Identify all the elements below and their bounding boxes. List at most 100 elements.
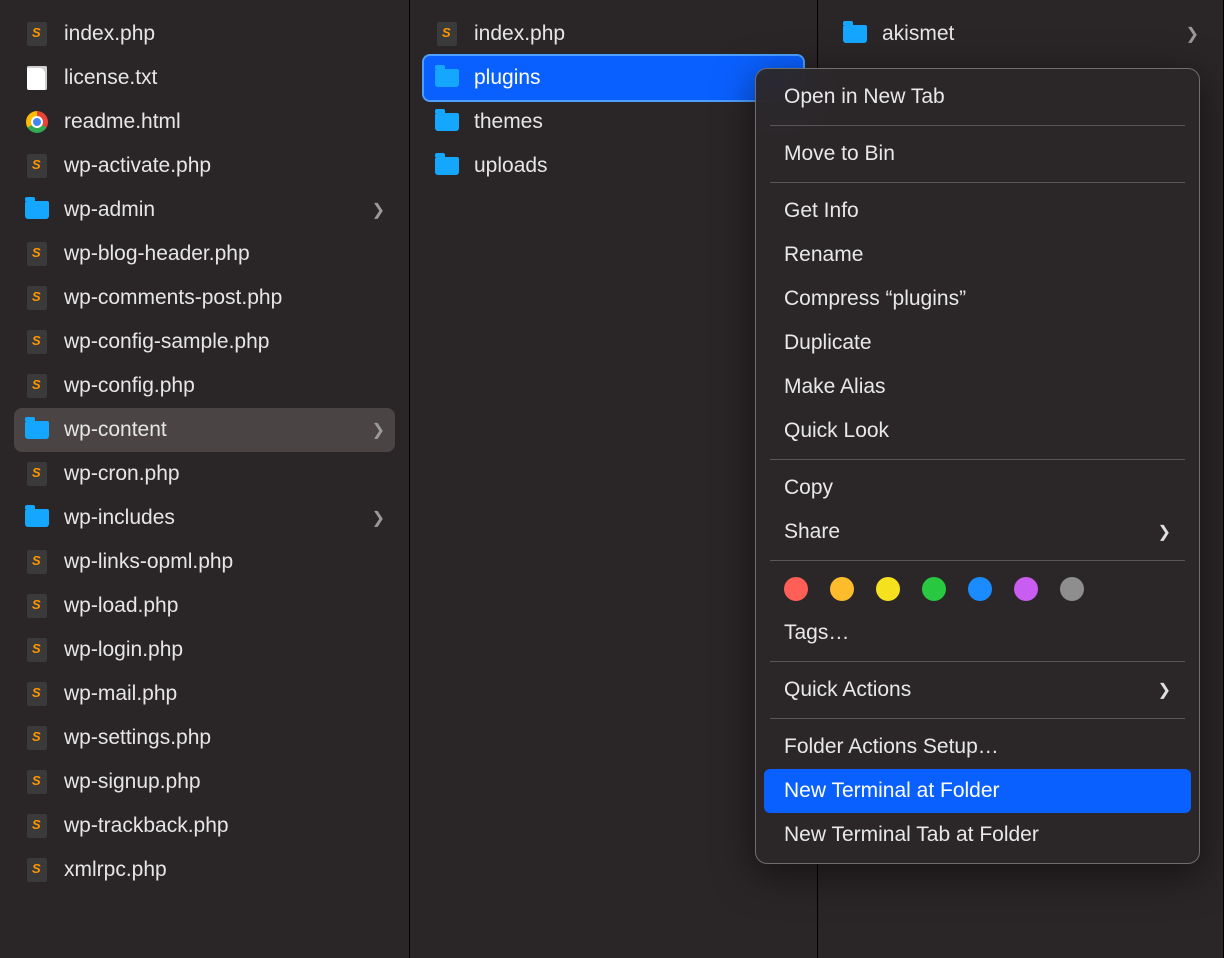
chevron-right-icon: ❯: [372, 420, 385, 440]
finder-item[interactable]: wp-login.php: [14, 628, 395, 672]
finder-item[interactable]: akismet❯: [832, 12, 1209, 56]
context-menu-item-label: Quick Look: [784, 419, 889, 443]
tag-color-dot[interactable]: [830, 577, 854, 601]
context-menu-item-label: New Terminal Tab at Folder: [784, 823, 1039, 847]
finder-item-label: wp-comments-post.php: [64, 286, 385, 310]
sublime-file-icon: [24, 725, 50, 751]
chevron-right-icon: ❯: [372, 200, 385, 220]
context-menu-item[interactable]: Make Alias: [764, 365, 1191, 409]
finder-item-label: plugins: [474, 66, 780, 90]
finder-column-1[interactable]: index.php license.txtreadme.html wp-activa…: [0, 0, 410, 958]
context-menu-item-label: Tags…: [784, 621, 849, 645]
finder-item[interactable]: wp-cron.php: [14, 452, 395, 496]
finder-item-label: wp-signup.php: [64, 770, 385, 794]
finder-item[interactable]: wp-comments-post.php: [14, 276, 395, 320]
context-menu-item[interactable]: Copy: [764, 466, 1191, 510]
sublime-file-icon: [24, 857, 50, 883]
tag-color-dot[interactable]: [968, 577, 992, 601]
finder-item-label: wp-trackback.php: [64, 814, 385, 838]
sublime-file-icon: [434, 21, 460, 47]
context-menu-item[interactable]: Get Info: [764, 189, 1191, 233]
tag-color-dot[interactable]: [922, 577, 946, 601]
context-menu-item[interactable]: Open in New Tab: [764, 75, 1191, 119]
finder-item[interactable]: index.php: [424, 12, 803, 56]
finder-columns-view: index.php license.txtreadme.html wp-activa…: [0, 0, 1224, 958]
finder-item[interactable]: wp-mail.php: [14, 672, 395, 716]
finder-item-label: xmlrpc.php: [64, 858, 385, 882]
finder-item[interactable]: wp-content❯: [14, 408, 395, 452]
tag-color-dot[interactable]: [1060, 577, 1084, 601]
finder-item[interactable]: wp-includes❯: [14, 496, 395, 540]
context-menu-item[interactable]: New Terminal at Folder: [764, 769, 1191, 813]
context-menu-separator: [770, 718, 1185, 719]
sublime-file-icon: [24, 241, 50, 267]
finder-item-label: wp-config.php: [64, 374, 385, 398]
file-icon: [24, 65, 50, 91]
sublime-file-icon: [24, 637, 50, 663]
sublime-file-icon: [24, 373, 50, 399]
finder-item[interactable]: wp-admin❯: [14, 188, 395, 232]
sublime-file-icon: [24, 329, 50, 355]
chrome-html-icon: [24, 109, 50, 135]
finder-item[interactable]: license.txt: [14, 56, 395, 100]
context-menu-separator: [770, 661, 1185, 662]
context-menu-item-label: Duplicate: [784, 331, 872, 355]
finder-item-label: wp-includes: [64, 506, 372, 530]
finder-item-label: themes: [474, 110, 793, 134]
finder-item[interactable]: wp-activate.php: [14, 144, 395, 188]
context-menu: Open in New Tab Move to Bin Get Info Rename…: [755, 68, 1200, 864]
context-menu-item[interactable]: Share❯: [764, 510, 1191, 554]
sublime-file-icon: [24, 769, 50, 795]
finder-item-label: wp-load.php: [64, 594, 385, 618]
chevron-right-icon: ❯: [1158, 680, 1171, 700]
finder-item-label: wp-blog-header.php: [64, 242, 385, 266]
chevron-right-icon: ❯: [1158, 522, 1171, 542]
finder-item-label: wp-activate.php: [64, 154, 385, 178]
finder-item[interactable]: wp-blog-header.php: [14, 232, 395, 276]
finder-item-label: wp-mail.php: [64, 682, 385, 706]
folder-icon: [434, 65, 460, 91]
context-menu-item[interactable]: Duplicate: [764, 321, 1191, 365]
context-menu-separator: [770, 560, 1185, 561]
finder-item[interactable]: wp-trackback.php: [14, 804, 395, 848]
finder-item[interactable]: wp-signup.php: [14, 760, 395, 804]
finder-item-label: wp-admin: [64, 198, 372, 222]
context-menu-item[interactable]: Quick Actions❯: [764, 668, 1191, 712]
finder-item[interactable]: wp-links-opml.php: [14, 540, 395, 584]
context-menu-item-label: Compress “plugins”: [784, 287, 966, 311]
finder-item[interactable]: wp-config-sample.php: [14, 320, 395, 364]
finder-item[interactable]: uploads: [424, 144, 803, 188]
sublime-file-icon: [24, 285, 50, 311]
finder-item[interactable]: xmlrpc.php: [14, 848, 395, 892]
folder-icon: [434, 109, 460, 135]
context-menu-separator: [770, 182, 1185, 183]
context-menu-item[interactable]: Folder Actions Setup…: [764, 725, 1191, 769]
finder-item[interactable]: readme.html: [14, 100, 395, 144]
finder-item[interactable]: wp-load.php: [14, 584, 395, 628]
context-menu-item-label: Get Info: [784, 199, 859, 223]
finder-item-label: index.php: [64, 22, 385, 46]
finder-item-label: wp-config-sample.php: [64, 330, 385, 354]
tag-color-dot[interactable]: [1014, 577, 1038, 601]
sublime-file-icon: [24, 681, 50, 707]
tag-color-dot[interactable]: [876, 577, 900, 601]
context-menu-item[interactable]: Quick Look: [764, 409, 1191, 453]
folder-icon: [434, 153, 460, 179]
finder-item[interactable]: wp-config.php: [14, 364, 395, 408]
context-menu-item[interactable]: Rename: [764, 233, 1191, 277]
context-menu-item-label: Move to Bin: [784, 142, 895, 166]
context-menu-item[interactable]: New Terminal Tab at Folder: [764, 813, 1191, 857]
finder-item[interactable]: plugins❯: [424, 56, 803, 100]
context-menu-item[interactable]: Move to Bin: [764, 132, 1191, 176]
context-menu-item[interactable]: Tags…: [764, 611, 1191, 655]
finder-item[interactable]: themes: [424, 100, 803, 144]
folder-icon: [24, 505, 50, 531]
finder-item-label: akismet: [882, 22, 1186, 46]
finder-item-label: wp-cron.php: [64, 462, 385, 486]
finder-item[interactable]: wp-settings.php: [14, 716, 395, 760]
folder-icon: [842, 21, 868, 47]
context-menu-item-label: Open in New Tab: [784, 85, 945, 109]
finder-item[interactable]: index.php: [14, 12, 395, 56]
tag-color-dot[interactable]: [784, 577, 808, 601]
context-menu-item[interactable]: Compress “plugins”: [764, 277, 1191, 321]
